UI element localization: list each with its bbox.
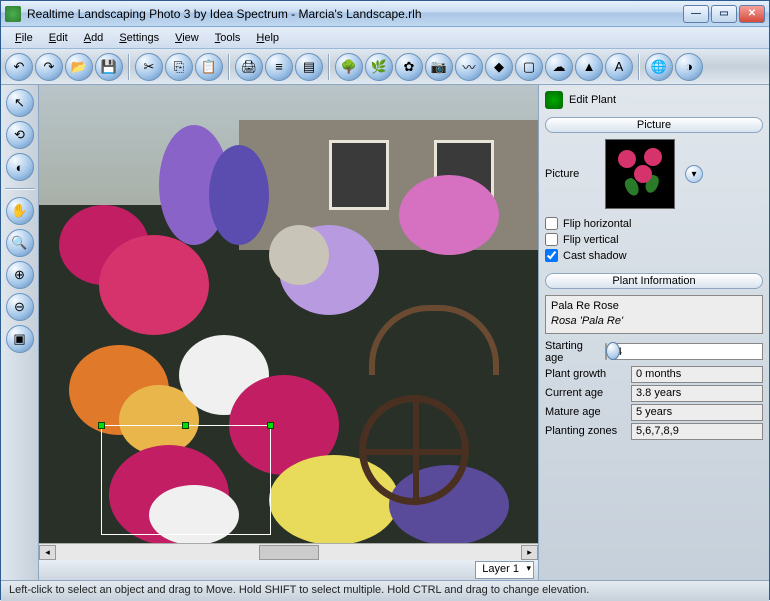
maximize-button[interactable]: ▭: [711, 5, 737, 23]
zoom-out-tool[interactable]: ⊖: [6, 293, 34, 321]
menu-bar: File Edit Add Settings View Tools Help: [1, 27, 769, 49]
starting-age-label: Starting age: [545, 340, 601, 364]
menu-help[interactable]: Help: [248, 30, 287, 46]
plant-icon: [545, 91, 563, 109]
selection-box[interactable]: [101, 425, 271, 535]
panel-title: Edit Plant: [545, 91, 763, 109]
menu-view[interactable]: View: [167, 30, 207, 46]
plant-growth-label: Plant growth: [545, 368, 627, 380]
title-bar: Realtime Landscaping Photo 3 by Idea Spe…: [1, 1, 769, 27]
redo-button[interactable]: ↷: [35, 53, 63, 81]
picture-browse-button[interactable]: ▾: [685, 165, 703, 183]
flip-vertical-checkbox[interactable]: Flip vertical: [545, 233, 763, 246]
canvas[interactable]: [39, 85, 538, 543]
menu-edit[interactable]: Edit: [41, 30, 76, 46]
pan-tool[interactable]: ✋: [6, 197, 34, 225]
starting-age-input[interactable]: [611, 343, 763, 360]
plant-scientific-name: Rosa 'Pala Re': [551, 314, 757, 329]
menu-tools[interactable]: Tools: [207, 30, 249, 46]
cut-button[interactable]: ✂: [135, 53, 163, 81]
menu-file[interactable]: File: [7, 30, 41, 46]
horizontal-scrollbar[interactable]: ◂ ▸: [39, 543, 538, 560]
current-age-value: 3.8 years: [631, 385, 763, 402]
planting-zones-value: 5,6,7,8,9: [631, 423, 763, 440]
photo-button[interactable]: 📷: [425, 53, 453, 81]
paste-button[interactable]: 📋: [195, 53, 223, 81]
properties-panel: Edit Plant Picture Picture ▾ Flip horizo…: [539, 85, 769, 580]
rotate-tool[interactable]: ⟲: [6, 121, 34, 149]
cloud-button[interactable]: ☁: [545, 53, 573, 81]
current-age-label: Current age: [545, 387, 627, 399]
mountain-button[interactable]: ▲: [575, 53, 603, 81]
minimize-button[interactable]: —: [683, 5, 709, 23]
layer-dropdown[interactable]: Layer 1: [475, 561, 534, 579]
print-button[interactable]: 🖨: [235, 53, 263, 81]
text-button[interactable]: A: [605, 53, 633, 81]
status-bar: Left-click to select an object and drag …: [1, 580, 769, 601]
copy-button[interactable]: ⎘: [165, 53, 193, 81]
open-button[interactable]: 📂: [65, 53, 93, 81]
mature-age-value: 5 years: [631, 404, 763, 421]
picture-section-header: Picture: [545, 117, 763, 133]
plant-button[interactable]: 🌳: [335, 53, 363, 81]
select-tool[interactable]: ↖: [6, 89, 34, 117]
rect-button[interactable]: ▢: [515, 53, 543, 81]
fill-tool[interactable]: ◐: [6, 153, 34, 181]
planting-zones-label: Planting zones: [545, 425, 627, 437]
undo-button[interactable]: ↶: [5, 53, 33, 81]
close-button[interactable]: ✕: [739, 5, 765, 23]
app-icon: [5, 6, 21, 22]
plant-name-box: Pala Re Rose Rosa 'Pala Re': [545, 295, 763, 334]
plant-info-section-header: Plant Information: [545, 273, 763, 289]
plant-common-name: Pala Re Rose: [551, 299, 757, 314]
shrub-button[interactable]: 🌿: [365, 53, 393, 81]
picture-label: Picture: [545, 168, 595, 180]
cast-shadow-checkbox[interactable]: Cast shadow: [545, 249, 763, 262]
picture-thumbnail[interactable]: [605, 139, 675, 209]
save-button[interactable]: 💾: [95, 53, 123, 81]
extra-button[interactable]: ◑: [675, 53, 703, 81]
starting-age-slider[interactable]: [605, 343, 607, 360]
menu-add[interactable]: Add: [76, 30, 112, 46]
globe-button[interactable]: 🌐: [645, 53, 673, 81]
scroll-right-button[interactable]: ▸: [521, 545, 538, 560]
tool-layer-button[interactable]: ▤: [295, 53, 323, 81]
shape-button[interactable]: ◆: [485, 53, 513, 81]
window-title: Realtime Landscaping Photo 3 by Idea Spe…: [27, 7, 683, 21]
scroll-left-button[interactable]: ◂: [39, 545, 56, 560]
mature-age-label: Mature age: [545, 406, 627, 418]
menu-settings[interactable]: Settings: [111, 30, 167, 46]
flower-button[interactable]: ✿: [395, 53, 423, 81]
main-toolbar: ↶ ↷ 📂 💾 ✂ ⎘ 📋 🖨 ≡ ▤ 🌳 🌿 ✿ 📷 〰 ◆ ▢ ☁ ▲ A …: [1, 49, 769, 85]
plant-growth-value: 0 months: [631, 366, 763, 383]
bridge-button[interactable]: 〰: [455, 53, 483, 81]
zoom-tool[interactable]: 🔍: [6, 229, 34, 257]
left-toolbar: ↖ ⟲ ◐ ✋ 🔍 ⊕ ⊖ ▣: [1, 85, 39, 580]
flip-horizontal-checkbox[interactable]: Flip horizontal: [545, 217, 763, 230]
tool-align-button[interactable]: ≡: [265, 53, 293, 81]
fit-tool[interactable]: ▣: [6, 325, 34, 353]
zoom-in-tool[interactable]: ⊕: [6, 261, 34, 289]
